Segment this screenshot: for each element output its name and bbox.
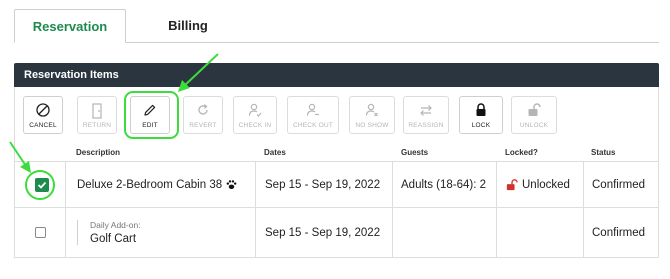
paw-icon [226,179,237,190]
reassign-label: REASSIGN [408,122,444,129]
panel-title: Reservation Items [14,63,659,87]
addon-label: Daily Add-on: [90,220,141,230]
check-in-button[interactable]: CHECK IN [233,96,277,134]
table-row[interactable]: Daily Add-on: Golf Cart Sep 15 - Sep 19,… [14,208,659,258]
person-no-show-icon [350,103,394,117]
unlock-button[interactable]: UNLOCK [511,96,557,134]
person-check-out-icon [288,103,338,117]
item-dates: Sep 15 - Sep 19, 2022 [265,178,381,191]
addon-block: Daily Add-on: Golf Cart [77,220,141,245]
check-out-button[interactable]: CHECK OUT [287,96,339,134]
arrow-to-edit-icon [178,53,219,92]
tab-bar: Reservation Billing [14,0,659,43]
item-description: Deluxe 2-Bedroom Cabin 38 [77,162,237,207]
reassign-button[interactable]: REASSIGN [403,96,449,134]
unlock-icon [512,103,556,117]
unlocked-padlock-icon [506,178,518,191]
person-check-in-icon [234,103,276,117]
item-locked-status: Unlocked [506,162,570,207]
checkbox-unchecked-icon [35,227,46,238]
check-in-label: CHECK IN [238,122,272,129]
item-status: Confirmed [592,226,646,239]
revert-button[interactable]: REVERT [183,96,223,134]
item-guests: Adults (18-64): 2 [401,178,487,191]
column-header-status: Status [591,148,616,157]
no-show-label: NO SHOW [355,122,389,129]
return-button[interactable]: RETURN [77,96,117,134]
swap-arrows-icon [404,103,448,117]
no-show-button[interactable]: NO SHOW [349,96,395,134]
return-label: RETURN [82,122,112,129]
door-icon [78,103,116,119]
column-header-description: Description [76,148,121,157]
edit-highlight-ring [124,91,179,139]
table-header: Description Dates Guests Locked? Status [14,142,659,162]
revert-label: REVERT [189,122,217,129]
unlock-label: UNLOCK [519,122,549,129]
item-name: Deluxe 2-Bedroom Cabin 38 [77,178,223,191]
item-description: Daily Add-on: Golf Cart [77,208,141,257]
column-header-locked: Locked? [505,148,538,157]
column-header-dates: Dates [264,148,286,157]
locked-label: Unlocked [522,178,570,191]
row-select-checkbox[interactable] [35,208,46,257]
lock-button[interactable]: LOCK [459,96,503,134]
cancel-label: CANCEL [29,122,57,129]
tab-billing[interactable]: Billing [142,9,234,42]
cancel-button[interactable]: CANCEL [23,96,63,134]
item-name: Golf Cart [90,233,137,245]
revert-icon [184,103,222,117]
lock-label: LOCK [471,122,491,129]
tab-reservation[interactable]: Reservation [14,9,126,43]
arrow-to-checkbox-icon [9,141,31,173]
item-status: Confirmed [592,178,646,191]
lock-icon [460,103,502,117]
table-row[interactable]: Deluxe 2-Bedroom Cabin 38 Sep 15 - Sep 1… [14,162,659,208]
cancel-icon [24,103,62,117]
check-out-label: CHECK OUT [292,122,334,129]
item-dates: Sep 15 - Sep 19, 2022 [265,226,381,239]
column-header-guests: Guests [401,148,429,157]
action-toolbar: CANCEL RETURN EDIT REVERT CHECK IN CHECK… [14,87,659,142]
